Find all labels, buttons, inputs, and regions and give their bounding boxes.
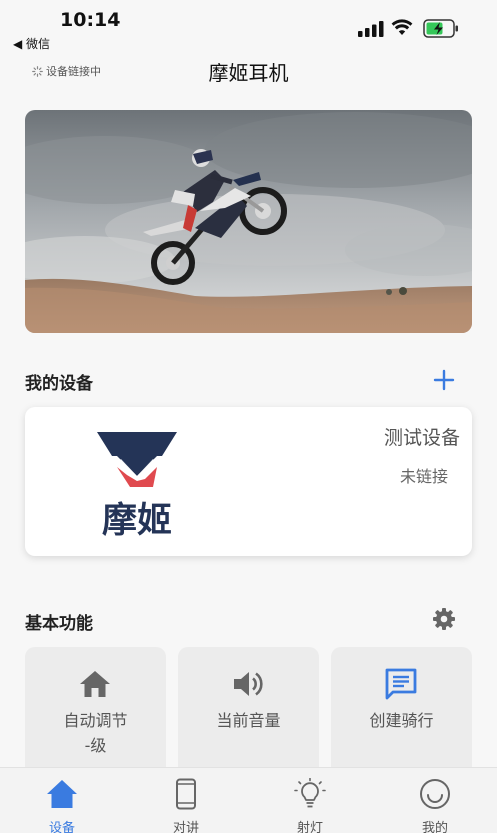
tab-intercom[interactable]: 对讲 <box>151 768 221 833</box>
basic-functions-title: 基本功能 <box>25 614 93 634</box>
banner-image <box>25 110 472 333</box>
smile-icon <box>420 779 450 809</box>
page-title: 摩姬耳机 <box>208 61 289 85</box>
status-bar: 10:14 ◀ 微信 <box>0 0 497 52</box>
motocross-jump-photo <box>25 110 472 333</box>
phone-icon <box>176 778 196 810</box>
brand-logo-text: 摩姬 <box>102 501 172 537</box>
home-icon <box>47 780 77 808</box>
signal-icon <box>358 21 384 37</box>
home-icon <box>80 671 110 697</box>
brand-logo-icon: 摩姬 <box>97 432 177 537</box>
auto-adjust-button[interactable]: 自动调节 -级 <box>25 647 166 777</box>
tab-bar: 设备 对讲 射灯 我的 <box>0 767 497 833</box>
auto-adjust-label: 自动调节 -级 <box>63 711 128 755</box>
volume-icon <box>234 672 263 696</box>
current-volume-label: 当前音量 <box>216 711 281 730</box>
wifi-icon <box>391 19 413 35</box>
tab-spotlight[interactable]: 射灯 <box>275 768 345 833</box>
device-name: 测试设备 <box>383 427 460 449</box>
my-devices-title: 我的设备 <box>25 374 93 394</box>
gear-icon[interactable] <box>432 607 456 631</box>
back-to-app-link[interactable]: ◀ 微信 <box>13 35 50 52</box>
light-bulb-icon <box>294 778 326 808</box>
tab-devices[interactable]: 设备 <box>27 768 97 833</box>
device-card[interactable]: 摩姬 测试设备 未链接 <box>25 407 472 556</box>
nav-bar: 设备链接中 摩姬耳机 <box>0 52 497 92</box>
add-device-button[interactable] <box>432 368 456 392</box>
tab-profile[interactable]: 我的 <box>400 768 470 833</box>
device-status: 未链接 <box>399 467 448 486</box>
current-volume-button[interactable]: 当前音量 <box>178 647 319 777</box>
message-icon <box>385 668 417 700</box>
battery-icon <box>423 19 458 38</box>
create-ride-button[interactable]: 创建骑行 <box>331 647 472 777</box>
status-time: 10:14 <box>60 9 121 31</box>
create-ride-label: 创建骑行 <box>369 711 434 730</box>
